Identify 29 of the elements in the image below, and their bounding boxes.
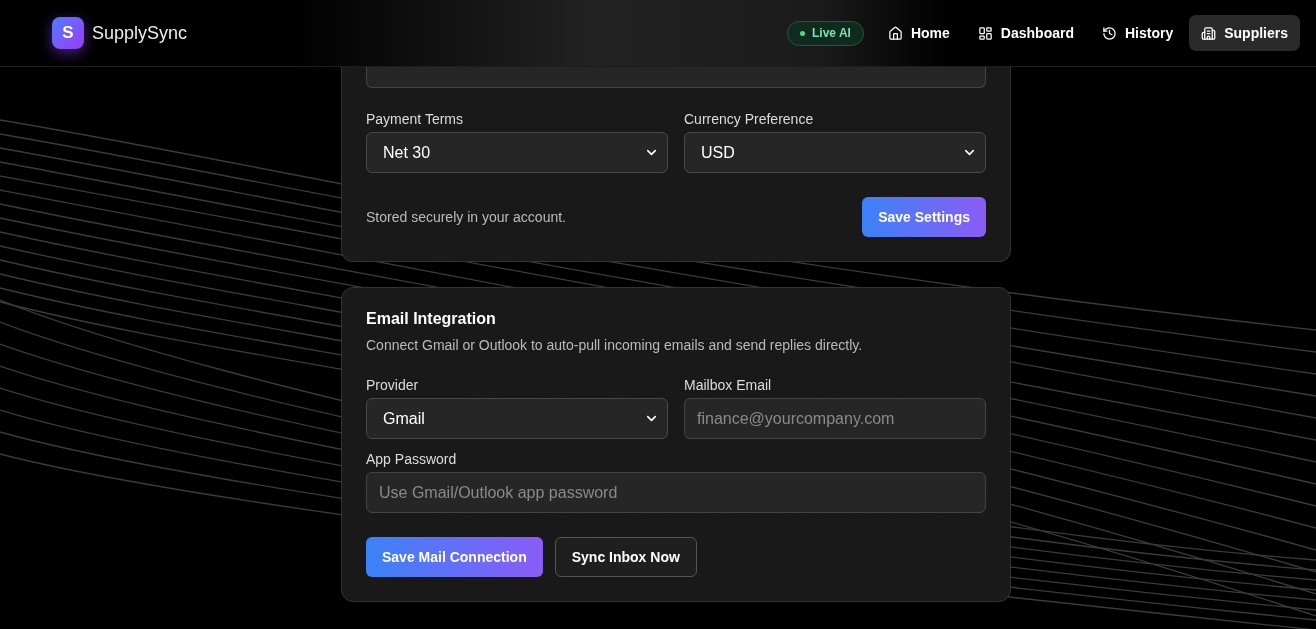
dropdown[interactable]: Gmail (366, 398, 668, 439)
status-badge: Live AI (787, 20, 864, 46)
input-field[interactable] (366, 67, 986, 88)
field-label: Currency Preference (684, 111, 815, 127)
nav-link[interactable]: Suppliers (1189, 15, 1300, 51)
house-icon (887, 25, 903, 41)
note-text: Stored securely in your account. (366, 209, 566, 225)
grid-icon (977, 25, 993, 41)
input-field[interactable]: Use Gmail/Outlook app password (366, 472, 986, 513)
input-field[interactable]: finance@yourcompany.com (684, 398, 986, 439)
dropdown[interactable]: Net 30 (366, 132, 668, 173)
building-icon (1201, 25, 1217, 41)
card-title: Email Integration (366, 310, 497, 328)
field-label: App Password (366, 451, 458, 467)
card-description: Connect Gmail or Outlook to auto-pull incoming emails and send replies directly. (366, 337, 864, 353)
status-dot (800, 30, 806, 36)
brand-name: SupplySync (92, 22, 188, 44)
nav-link[interactable]: Dashboard (965, 15, 1086, 51)
sync-button[interactable]: Sync Inbox Now (554, 537, 697, 577)
dropdown[interactable]: USD (684, 132, 986, 173)
field-label: Provider (366, 377, 420, 393)
field-label: Payment Terms (366, 111, 464, 127)
logo: S (52, 17, 84, 49)
field-label: Mailbox Email (684, 377, 773, 393)
save-button[interactable]: Save Mail Connection (366, 537, 543, 577)
nav-link[interactable]: Home (875, 15, 962, 51)
history-icon (1101, 25, 1117, 41)
save-settings-button[interactable]: Save Settings (862, 197, 986, 237)
nav-link[interactable]: History (1089, 15, 1186, 51)
